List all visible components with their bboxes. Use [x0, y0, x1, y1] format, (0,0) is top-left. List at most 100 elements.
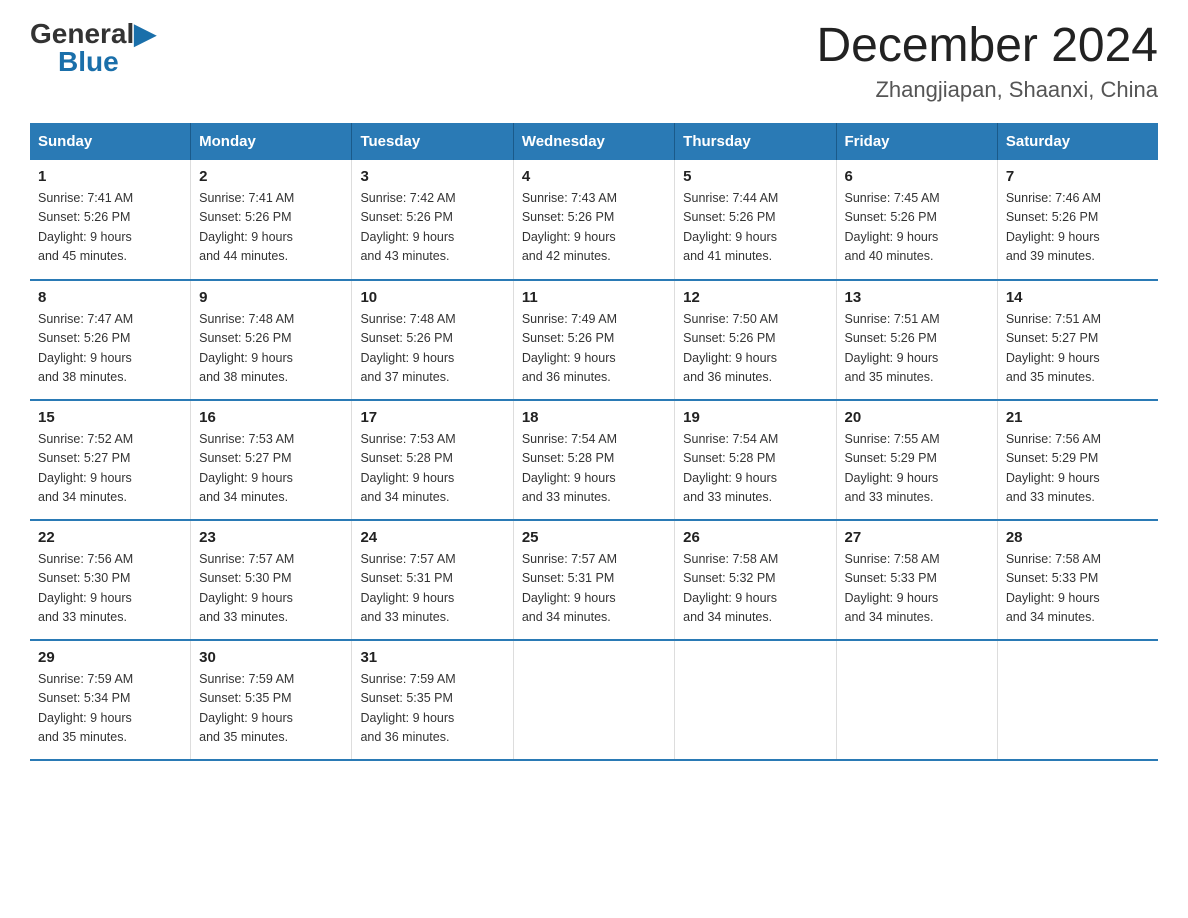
day-number: 18	[522, 409, 666, 426]
day-number: 8	[38, 289, 182, 306]
day-info: Sunrise: 7:41 AMSunset: 5:26 PMDaylight:…	[38, 189, 182, 267]
day-cell: 1Sunrise: 7:41 AMSunset: 5:26 PMDaylight…	[30, 160, 191, 280]
day-info: Sunrise: 7:54 AMSunset: 5:28 PMDaylight:…	[683, 430, 827, 508]
day-info: Sunrise: 7:55 AMSunset: 5:29 PMDaylight:…	[845, 430, 989, 508]
col-header-monday: Monday	[191, 123, 352, 160]
day-number: 2	[199, 168, 343, 185]
day-number: 26	[683, 529, 827, 546]
calendar-table: SundayMondayTuesdayWednesdayThursdayFrid…	[30, 123, 1158, 761]
day-number: 3	[360, 168, 504, 185]
day-cell	[675, 640, 836, 760]
day-cell: 24 Sunrise: 7:57 AMSunset: 5:31 PMDayligh…	[352, 520, 513, 640]
day-cell: 17 Sunrise: 7:53 AMSunset: 5:28 PMDayligh…	[352, 400, 513, 520]
col-header-thursday: Thursday	[675, 123, 836, 160]
day-info: Sunrise: 7:51 AMSunset: 5:27 PMDaylight:…	[1006, 310, 1150, 388]
day-info: Sunrise: 7:59 AMSunset: 5:35 PMDaylight:…	[360, 670, 504, 748]
calendar-header: SundayMondayTuesdayWednesdayThursdayFrid…	[30, 123, 1158, 160]
day-info: Sunrise: 7:48 AMSunset: 5:26 PMDaylight:…	[199, 310, 343, 388]
day-info: Sunrise: 7:58 AMSunset: 5:33 PMDaylight:…	[1006, 550, 1150, 628]
day-cell: 18 Sunrise: 7:54 AMSunset: 5:28 PMDayligh…	[513, 400, 674, 520]
col-header-saturday: Saturday	[997, 123, 1158, 160]
day-number: 9	[199, 289, 343, 306]
day-cell	[836, 640, 997, 760]
col-header-sunday: Sunday	[30, 123, 191, 160]
day-info: Sunrise: 7:51 AMSunset: 5:26 PMDaylight:…	[845, 310, 989, 388]
day-number: 29	[38, 649, 182, 666]
week-row: 22Sunrise: 7:56 AMSunset: 5:30 PMDayligh…	[30, 520, 1158, 640]
col-header-tuesday: Tuesday	[352, 123, 513, 160]
day-number: 28	[1006, 529, 1150, 546]
day-cell: 27 Sunrise: 7:58 AMSunset: 5:33 PMDayligh…	[836, 520, 997, 640]
day-info: Sunrise: 7:48 AMSunset: 5:26 PMDaylight:…	[360, 310, 504, 388]
day-number: 21	[1006, 409, 1150, 426]
day-cell: 19Sunrise: 7:54 AMSunset: 5:28 PMDayligh…	[675, 400, 836, 520]
day-cell: 4 Sunrise: 7:43 AMSunset: 5:26 PMDaylight…	[513, 160, 674, 280]
day-number: 30	[199, 649, 343, 666]
day-number: 4	[522, 168, 666, 185]
day-number: 10	[360, 289, 504, 306]
day-info: Sunrise: 7:58 AMSunset: 5:33 PMDaylight:…	[845, 550, 989, 628]
day-cell: 12 Sunrise: 7:50 AMSunset: 5:26 PMDayligh…	[675, 280, 836, 400]
day-number: 6	[845, 168, 989, 185]
day-info: Sunrise: 7:47 AMSunset: 5:26 PMDaylight:…	[38, 310, 182, 388]
day-cell: 10 Sunrise: 7:48 AMSunset: 5:26 PMDayligh…	[352, 280, 513, 400]
logo-blue-text: Blue	[58, 48, 119, 76]
day-info: Sunrise: 7:59 AMSunset: 5:35 PMDaylight:…	[199, 670, 343, 748]
day-cell: 22Sunrise: 7:56 AMSunset: 5:30 PMDayligh…	[30, 520, 191, 640]
day-cell: 13 Sunrise: 7:51 AMSunset: 5:26 PMDayligh…	[836, 280, 997, 400]
calendar-body: 1Sunrise: 7:41 AMSunset: 5:26 PMDaylight…	[30, 160, 1158, 760]
day-cell: 7Sunrise: 7:46 AMSunset: 5:26 PMDaylight…	[997, 160, 1158, 280]
day-cell: 14 Sunrise: 7:51 AMSunset: 5:27 PMDayligh…	[997, 280, 1158, 400]
day-cell: 9 Sunrise: 7:48 AMSunset: 5:26 PMDaylight…	[191, 280, 352, 400]
page-title: December 2024	[816, 20, 1158, 73]
day-info: Sunrise: 7:58 AMSunset: 5:32 PMDaylight:…	[683, 550, 827, 628]
header-row: SundayMondayTuesdayWednesdayThursdayFrid…	[30, 123, 1158, 160]
day-info: Sunrise: 7:54 AMSunset: 5:28 PMDaylight:…	[522, 430, 666, 508]
day-number: 7	[1006, 168, 1150, 185]
day-info: Sunrise: 7:45 AMSunset: 5:26 PMDaylight:…	[845, 189, 989, 267]
day-cell	[513, 640, 674, 760]
day-info: Sunrise: 7:57 AMSunset: 5:30 PMDaylight:…	[199, 550, 343, 628]
day-info: Sunrise: 7:56 AMSunset: 5:29 PMDaylight:…	[1006, 430, 1150, 508]
week-row: 1Sunrise: 7:41 AMSunset: 5:26 PMDaylight…	[30, 160, 1158, 280]
day-info: Sunrise: 7:50 AMSunset: 5:26 PMDaylight:…	[683, 310, 827, 388]
day-cell: 5Sunrise: 7:44 AMSunset: 5:26 PMDaylight…	[675, 160, 836, 280]
logo: General▶ Blue	[30, 20, 156, 76]
week-row: 29 Sunrise: 7:59 AMSunset: 5:34 PMDayligh…	[30, 640, 1158, 760]
day-info: Sunrise: 7:43 AMSunset: 5:26 PMDaylight:…	[522, 189, 666, 267]
page-header: General▶ Blue December 2024 Zhangjiapan,…	[30, 20, 1158, 103]
day-number: 25	[522, 529, 666, 546]
day-info: Sunrise: 7:52 AMSunset: 5:27 PMDaylight:…	[38, 430, 182, 508]
title-area: December 2024 Zhangjiapan, Shaanxi, Chin…	[816, 20, 1158, 103]
day-number: 31	[360, 649, 504, 666]
day-cell: 20Sunrise: 7:55 AMSunset: 5:29 PMDayligh…	[836, 400, 997, 520]
day-number: 13	[845, 289, 989, 306]
day-number: 17	[360, 409, 504, 426]
day-number: 14	[1006, 289, 1150, 306]
col-header-wednesday: Wednesday	[513, 123, 674, 160]
day-cell: 8 Sunrise: 7:47 AMSunset: 5:26 PMDaylight…	[30, 280, 191, 400]
day-cell: 31 Sunrise: 7:59 AMSunset: 5:35 PMDayligh…	[352, 640, 513, 760]
day-info: Sunrise: 7:57 AMSunset: 5:31 PMDaylight:…	[360, 550, 504, 628]
day-number: 22	[38, 529, 182, 546]
day-cell: 23Sunrise: 7:57 AMSunset: 5:30 PMDayligh…	[191, 520, 352, 640]
day-cell: 25Sunrise: 7:57 AMSunset: 5:31 PMDayligh…	[513, 520, 674, 640]
day-cell: 28 Sunrise: 7:58 AMSunset: 5:33 PMDayligh…	[997, 520, 1158, 640]
week-row: 8 Sunrise: 7:47 AMSunset: 5:26 PMDaylight…	[30, 280, 1158, 400]
day-info: Sunrise: 7:53 AMSunset: 5:28 PMDaylight:…	[360, 430, 504, 508]
day-number: 5	[683, 168, 827, 185]
day-cell: 30 Sunrise: 7:59 AMSunset: 5:35 PMDayligh…	[191, 640, 352, 760]
day-number: 11	[522, 289, 666, 306]
day-cell: 16Sunrise: 7:53 AMSunset: 5:27 PMDayligh…	[191, 400, 352, 520]
day-cell: 11Sunrise: 7:49 AMSunset: 5:26 PMDayligh…	[513, 280, 674, 400]
day-info: Sunrise: 7:53 AMSunset: 5:27 PMDaylight:…	[199, 430, 343, 508]
day-cell: 2Sunrise: 7:41 AMSunset: 5:26 PMDaylight…	[191, 160, 352, 280]
day-number: 24	[360, 529, 504, 546]
day-cell: 26 Sunrise: 7:58 AMSunset: 5:32 PMDayligh…	[675, 520, 836, 640]
day-number: 12	[683, 289, 827, 306]
day-number: 15	[38, 409, 182, 426]
day-number: 27	[845, 529, 989, 546]
day-cell	[997, 640, 1158, 760]
page-subtitle: Zhangjiapan, Shaanxi, China	[816, 77, 1158, 103]
day-info: Sunrise: 7:59 AMSunset: 5:34 PMDaylight:…	[38, 670, 182, 748]
